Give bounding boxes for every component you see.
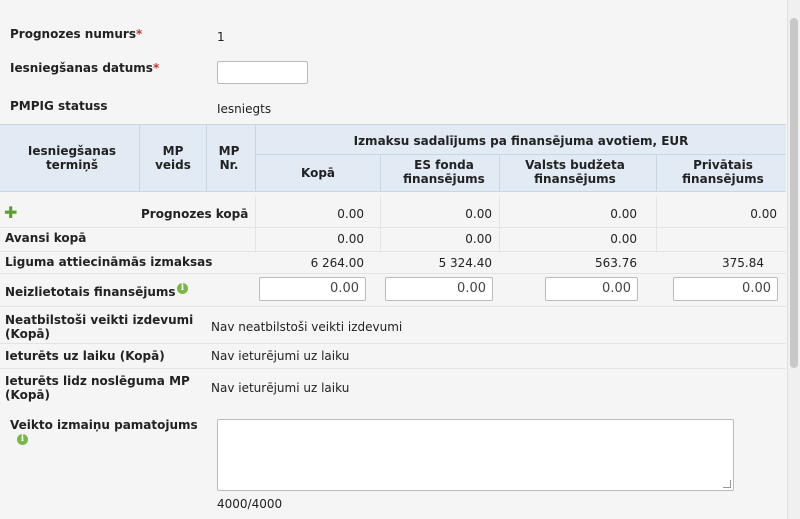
- required-mark: *: [152, 61, 160, 75]
- info-icon[interactable]: i: [177, 283, 188, 294]
- unused-financing-label: Neizlietotais finansējums: [5, 285, 176, 299]
- advance-total-state: 0.00: [610, 232, 637, 246]
- header-total: Kopā: [300, 166, 336, 180]
- scrollbar-thumb[interactable]: [790, 18, 798, 368]
- forecast-number-value: 1: [217, 30, 225, 44]
- justification-label: Veikto izmaiņu pamatojums: [10, 418, 198, 432]
- header-esf: ES fonda finansējums: [403, 158, 485, 186]
- eligible-costs-total: 6 264.00: [310, 256, 364, 270]
- char-counter: 4000/4000: [217, 497, 283, 511]
- unused-financing-esf-input[interactable]: 0.00: [385, 277, 493, 301]
- advance-total-esf: 0.00: [465, 232, 492, 246]
- submission-date-label: Iesniegšanas datums*: [10, 61, 160, 75]
- forecast-total-total: 0.00: [337, 207, 364, 221]
- justification-textarea[interactable]: [217, 419, 734, 491]
- eligible-costs-label: Liguma attiecināmās izmaksas: [5, 255, 213, 269]
- eligible-costs-state: 563.76: [595, 256, 637, 270]
- forecast-total-private: 0.00: [750, 207, 777, 221]
- unused-financing-state-input[interactable]: 0.00: [545, 277, 638, 301]
- nonconforming-value: Nav neatbilstoši veikti izdevumi: [211, 320, 403, 334]
- resize-handle[interactable]: [723, 480, 731, 488]
- withheld-end-label: Ieturēts lidz noslēguma MP (Kopā): [5, 374, 190, 402]
- submission-date-input[interactable]: [217, 61, 308, 84]
- withheld-time-value: Nav ieturējumi uz laiku: [211, 349, 350, 363]
- header-private: Privātais finansējums: [682, 158, 764, 186]
- advance-total-total: 0.00: [337, 232, 364, 246]
- unused-financing-private-input[interactable]: 0.00: [673, 277, 778, 301]
- nonconforming-label: Neatbilstoši veikti izdevumi (Kopā): [5, 313, 194, 341]
- unused-financing-total-input[interactable]: 0.00: [259, 277, 366, 301]
- header-mp-type: MP veids: [155, 144, 191, 172]
- plus-icon[interactable]: ✚: [4, 205, 17, 221]
- table-header: Iesniegšanas termiņš MP veids MP Nr. Izm…: [0, 124, 786, 192]
- status-label: PMPIG statuss: [10, 99, 108, 113]
- header-deadline: Iesniegšanas termiņš: [27, 144, 117, 172]
- withheld-end-value: Nav ieturējumi uz laiku: [211, 381, 350, 395]
- withheld-time-label: Ieturēts uz laiku (Kopā): [5, 349, 165, 363]
- eligible-costs-esf: 5 324.40: [438, 256, 492, 270]
- forecast-total-label: Prognozes kopā: [141, 207, 249, 221]
- status-value: Iesniegts: [217, 102, 272, 116]
- forecast-total-esf: 0.00: [465, 207, 492, 221]
- advance-total-label: Avansi kopā: [5, 231, 87, 245]
- header-state: Valsts budžeta finansējums: [525, 158, 625, 186]
- info-icon[interactable]: i: [17, 434, 28, 445]
- forecast-number-label: Prognozes numurs*: [10, 27, 143, 41]
- eligible-costs-private: 375.84: [722, 256, 764, 270]
- forecast-total-state: 0.00: [610, 207, 637, 221]
- header-mp-nr: MP Nr.: [218, 144, 240, 172]
- required-mark: *: [135, 27, 143, 41]
- header-group: Izmaksu sadalījums pa finansējuma avotie…: [353, 134, 689, 148]
